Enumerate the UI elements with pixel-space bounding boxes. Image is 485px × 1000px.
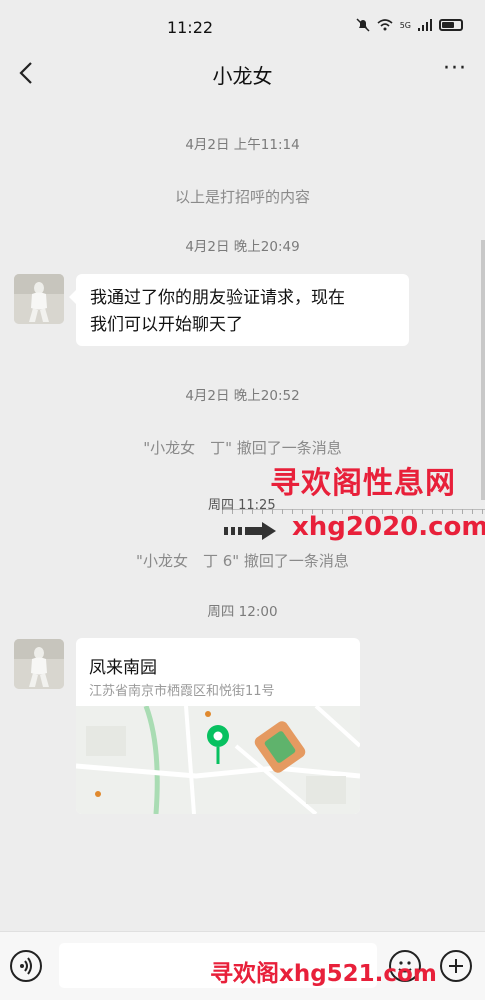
location-card[interactable]: 凤来南园 江苏省南京市栖霞区和悦街11号 (76, 638, 360, 814)
timestamp: 4月2日 上午11:14 (185, 137, 300, 153)
plus-icon[interactable] (440, 950, 472, 982)
timestamp: 4月2日 晚上20:52 (185, 388, 300, 404)
voice-input-button[interactable] (10, 950, 42, 982)
recall-notice: "小龙女 丁" 撤回了一条消息 (143, 439, 342, 457)
status-icons: 5G (356, 18, 463, 32)
watermark-bottom: 寻欢阁xhg521.com (210, 961, 437, 987)
message-line: 我们可以开始聊天了 (90, 315, 243, 335)
timestamp: 周四 11:25 (208, 498, 276, 513)
location-address: 江苏省南京市栖霞区和悦街11号 (89, 684, 275, 699)
chat-title: 小龙女 (212, 64, 273, 88)
watermark-text: 寻欢阁性息网 (270, 466, 456, 501)
network-label: 5G (399, 20, 411, 30)
avatar[interactable] (14, 274, 64, 324)
chat-header: 小龙女 ··· (0, 48, 485, 102)
mute-bell-icon (356, 18, 370, 32)
timestamp: 周四 12:00 (207, 604, 278, 620)
avatar-image (14, 274, 64, 324)
recall-notice: "小龙女 丁 6" 撤回了一条消息 (136, 552, 349, 570)
wifi-icon (377, 19, 393, 31)
location-name: 凤来南园 (89, 658, 157, 678)
watermark-strip: 周四 11:25 xhg2020.com (0, 498, 485, 546)
system-message: 以上是打招呼的内容 (174, 188, 310, 206)
voice-icon (20, 957, 32, 975)
battery-icon (439, 19, 463, 31)
map-thumbnail (76, 706, 360, 814)
status-time: 11:22 (166, 18, 214, 37)
signal-icon (418, 19, 432, 31)
more-options-button[interactable]: ··· (443, 56, 467, 81)
scroll-indicator[interactable] (481, 240, 485, 500)
message-line: 我通过了你的朋友验证请求，现在 (90, 288, 345, 308)
avatar[interactable] (14, 639, 64, 689)
arrow-right-icon (224, 522, 276, 540)
timestamp: 4月2日 晚上20:49 (185, 239, 300, 255)
watermark-domain: xhg2020.com (292, 512, 485, 542)
input-bar: 寻欢阁xhg521.com (0, 931, 485, 1000)
avatar-image (14, 639, 64, 689)
message-bubble[interactable]: 我通过了你的朋友验证请求，现在 我们可以开始聊天了 (69, 274, 409, 346)
